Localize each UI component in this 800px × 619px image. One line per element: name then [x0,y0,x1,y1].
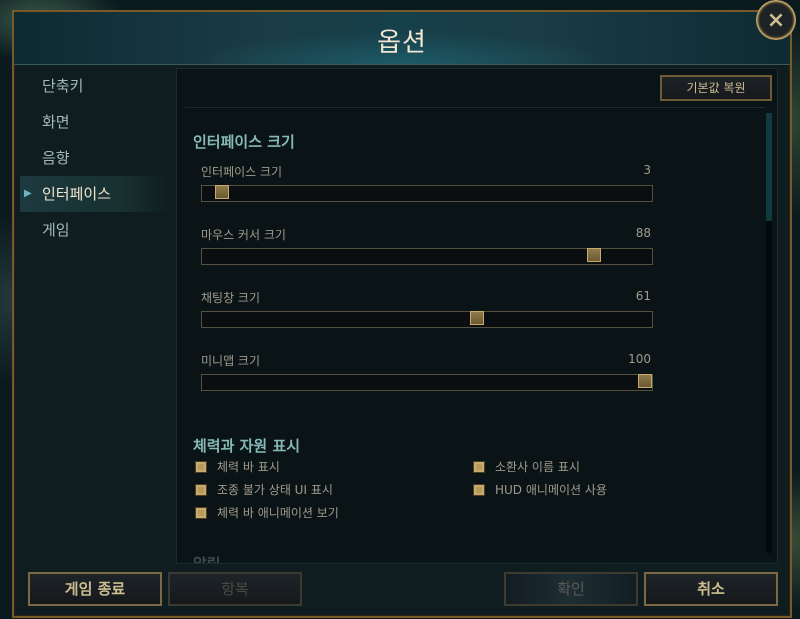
slider-thumb[interactable] [638,374,652,388]
slider-value-chat-scale: 61 [635,289,651,303]
checkbox-icon[interactable] [195,483,207,496]
sidebar-item-game[interactable]: 게임 [20,212,170,248]
sidebar-item-hotkeys[interactable]: 단축키 [20,68,170,104]
restore-defaults-button[interactable]: 기본값 복원 [660,75,772,101]
checkbox-show-health-bar[interactable]: 체력 바 표시 [195,458,280,475]
checkbox-show-cc-ui[interactable]: 조종 불가 상태 UI 표시 [195,481,333,498]
sidebar-item-label: 음향 [42,149,70,167]
interface-scale-slider[interactable] [201,185,653,202]
checkbox-label: 소환사 이름 표시 [495,460,580,474]
title-bar: 옵션 [14,12,790,65]
checkbox-icon[interactable] [195,460,207,473]
checkbox-icon[interactable] [473,483,485,496]
checkbox-show-summoner-names[interactable]: 소환사 이름 표시 [473,458,580,475]
chat-scale-slider[interactable] [201,311,653,328]
slider-label-minimap-scale: 미니맵 크기 [201,354,261,368]
checkbox-label: 체력 바 표시 [217,460,280,474]
sidebar-item-label: 단축키 [42,77,84,95]
checkbox-icon[interactable] [473,460,485,473]
slider-value-interface-scale: 3 [643,163,651,177]
window-title: 옵션 [377,28,427,58]
checkbox-label: 조종 불가 상태 UI 표시 [217,483,333,497]
slider-value-cursor-scale: 88 [635,226,651,240]
slider-thumb[interactable] [469,311,484,325]
scrollbar-thumb[interactable] [766,113,772,221]
slider-label-interface-scale: 인터페이스 크기 [201,165,283,179]
sidebar-item-label: 인터페이스 [42,185,112,203]
divider [185,107,765,108]
close-glyph: × [766,7,786,33]
minimap-scale-slider[interactable] [201,374,653,391]
checkbox-label: HUD 애니메이션 사용 [495,483,607,497]
section-title-interface-scale: 인터페이스 크기 [193,133,295,151]
options-content-panel: 기본값 복원 인터페이스 크기 인터페이스 크기 3 마우스 커서 크기 88 … [176,68,778,564]
section-title-health-resource: 체력과 자원 표시 [193,437,301,455]
options-window: 옵션 단축키 화면 음향 ▶ 인터페이스 게임 기본값 복원 인터페이스 크기 … [12,10,792,618]
cursor-scale-slider[interactable] [201,248,653,265]
quit-game-button[interactable]: 게임 종료 [28,572,162,606]
sidebar-item-label: 게임 [42,221,70,239]
sidebar-item-video[interactable]: 화면 [20,104,170,140]
close-icon[interactable]: × [756,0,796,40]
slider-thumb[interactable] [215,185,230,199]
content-scrollbar[interactable] [766,113,772,553]
cancel-button[interactable]: 취소 [644,572,778,606]
checkbox-health-bar-animations[interactable]: 체력 바 애니메이션 보기 [195,504,339,521]
section-title-notifications: 알림 [193,555,221,564]
sidebar-item-label: 화면 [42,113,70,131]
slider-thumb[interactable] [586,248,601,262]
active-marker-icon: ▶ [24,188,32,199]
confirm-button[interactable]: 확인 [504,572,638,606]
sidebar-item-sound[interactable]: 음향 [20,140,170,176]
checkbox-hud-animations[interactable]: HUD 애니메이션 사용 [473,481,607,498]
slider-label-cursor-scale: 마우스 커서 크기 [201,228,286,242]
sidebar-item-interface[interactable]: ▶ 인터페이스 [20,176,170,212]
checkbox-icon[interactable] [195,506,207,519]
surrender-button[interactable]: 항복 [168,572,302,606]
slider-label-chat-scale: 채팅창 크기 [201,291,261,305]
options-sidebar: 단축키 화면 음향 ▶ 인터페이스 게임 [20,68,170,248]
slider-value-minimap-scale: 100 [628,352,651,366]
checkbox-label: 체력 바 애니메이션 보기 [217,506,339,520]
